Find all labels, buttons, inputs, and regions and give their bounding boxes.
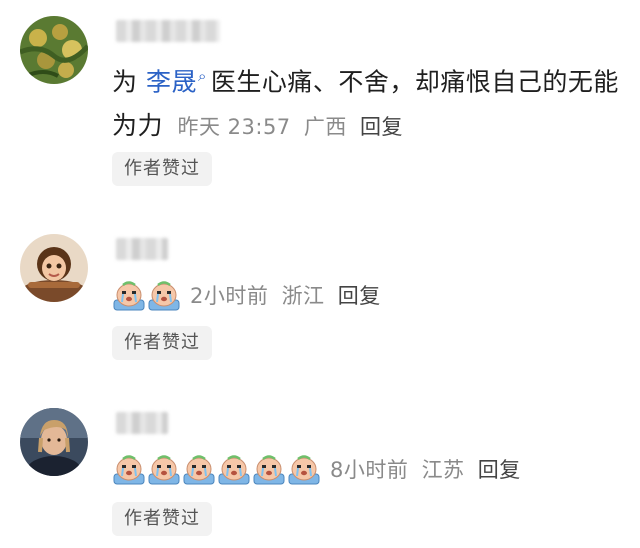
cartoon-girl-avatar[interactable] (20, 234, 88, 302)
comment-time: 2小时前 (190, 284, 269, 308)
emoji-row: 2小时前 浙江 回复 (112, 278, 381, 312)
crying-face-emoji (217, 452, 251, 486)
author-liked-badge: 作者赞过 (112, 502, 212, 536)
crying-face-emoji (112, 278, 146, 312)
username-blurred[interactable] (116, 238, 168, 260)
reply-button[interactable]: 回复 (338, 284, 381, 308)
comment-location: 广西 (303, 115, 347, 140)
username-blurred[interactable] (116, 412, 168, 434)
crying-face-emoji (147, 452, 181, 486)
username-blurred[interactable] (116, 20, 220, 42)
comment-meta: 昨天 23:57 广西 回复 (171, 115, 403, 139)
reply-button[interactable]: 回复 (478, 458, 521, 482)
plant-photo-avatar[interactable] (20, 16, 88, 84)
crying-face-emoji (252, 452, 286, 486)
man-photo-avatar[interactable] (20, 408, 88, 476)
reply-button[interactable]: 回复 (360, 115, 403, 139)
comment-text: 为 李晟⌕ 医生心痛、不舍，却痛恨自己的无能为力 昨天 23:57 广西 回复 (112, 67, 619, 141)
comment-location: 江苏 (421, 458, 465, 482)
author-liked-badge: 作者赞过 (112, 326, 212, 360)
comment-time: 昨天 23:57 (177, 115, 291, 140)
crying-face-emoji (147, 278, 181, 312)
mention-link[interactable]: 李晟 (146, 67, 197, 96)
author-liked-badge: 作者赞过 (112, 152, 212, 186)
comment-time: 8小时前 (330, 458, 409, 482)
comment-meta: 8小时前 江苏 回复 (330, 454, 521, 484)
comment-meta: 2小时前 浙江 回复 (190, 280, 381, 310)
search-icon[interactable]: ⌕ (198, 67, 207, 85)
crying-face-emoji (112, 452, 146, 486)
crying-face-emoji (287, 452, 321, 486)
emoji-row: 8小时前 江苏 回复 (112, 452, 521, 486)
crying-face-emoji (182, 452, 216, 486)
comment-location: 浙江 (281, 284, 325, 308)
